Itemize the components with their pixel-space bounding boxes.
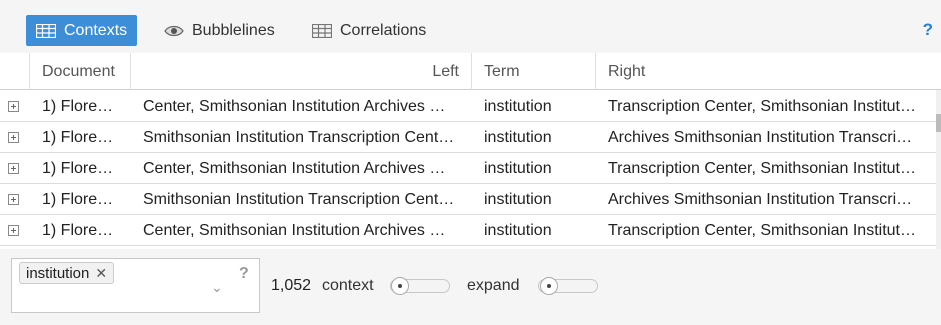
chevron-down-icon[interactable]: ⌄	[211, 279, 223, 296]
column-header-left[interactable]: Left	[131, 53, 472, 90]
cell-right: Transcription Center, Smithsonian Instit…	[608, 160, 916, 177]
expand-row-icon[interactable]	[8, 101, 19, 112]
cell-document: 1) Flore…	[42, 191, 114, 208]
expand-slider[interactable]	[538, 277, 598, 295]
query-token-label: institution	[26, 265, 90, 282]
cell-right: Archives Smithsonian Institution Transcr…	[608, 129, 913, 146]
expand-label: expand	[467, 277, 520, 294]
scrollbar-thumb[interactable]	[936, 114, 941, 132]
tab-bubblelines[interactable]: Bubblelines	[154, 15, 285, 46]
cell-left: Center, Smithsonian Institution Archives…	[143, 98, 446, 115]
grid-header: Document Left Term Right	[0, 53, 941, 90]
query-search-box[interactable]: institution ✕ ⌄ ?	[11, 258, 260, 313]
cell-document: 1) Flore…	[42, 222, 114, 239]
tab-label: Correlations	[340, 21, 427, 39]
cell-left: Smithsonian Institution Transcription Ce…	[143, 191, 455, 208]
tab-correlations[interactable]: Correlations	[302, 15, 436, 46]
result-count: 1,052	[271, 277, 312, 294]
expand-row-icon[interactable]	[8, 225, 19, 236]
footer-toolbar: institution ✕ ⌄ ? 1,052 context expand	[0, 249, 941, 325]
remove-token-icon[interactable]: ✕	[95, 265, 107, 281]
context-slider-handle[interactable]	[391, 277, 409, 295]
expand-row-icon[interactable]	[8, 163, 19, 174]
table-row[interactable]: 1) Flore… Center, Smithsonian Institutio…	[0, 215, 936, 246]
cell-right: Archives Smithsonian Institution Transcr…	[608, 191, 913, 208]
table-icon	[36, 23, 56, 38]
cell-left: Center, Smithsonian Institution Archives…	[143, 160, 446, 177]
expand-row-icon[interactable]	[8, 194, 19, 205]
cell-term: institution	[484, 160, 552, 177]
cell-document: 1) Flore…	[42, 129, 114, 146]
cell-document: 1) Flore…	[42, 98, 114, 115]
cell-document: 1) Flore…	[42, 160, 114, 177]
context-label: context	[322, 277, 374, 294]
help-button[interactable]: ?	[923, 20, 933, 40]
tab-label: Bubblelines	[192, 21, 275, 39]
expand-slider-handle[interactable]	[540, 277, 558, 295]
query-token[interactable]: institution ✕	[19, 262, 115, 284]
table-row[interactable]: 1) Flore… Center, Smithsonian Institutio…	[0, 91, 936, 122]
tab-label: Contexts	[64, 21, 128, 39]
tab-contexts[interactable]: Contexts	[26, 15, 138, 46]
cell-right: Transcription Center, Smithsonian Instit…	[608, 98, 916, 115]
table-row[interactable]: 1) Flore… Smithsonian Institution Transc…	[0, 184, 936, 215]
column-header-term[interactable]: Term	[472, 53, 596, 90]
table-icon	[312, 23, 332, 38]
vertical-scrollbar[interactable]	[936, 90, 941, 249]
expander-column-header	[0, 53, 30, 90]
cell-term: institution	[484, 222, 552, 239]
cell-term: institution	[484, 129, 552, 146]
cell-right: Transcription Center, Smithsonian Instit…	[608, 222, 916, 239]
cell-term: institution	[484, 98, 552, 115]
table-row[interactable]: 1) Flore… Smithsonian Institution Transc…	[0, 122, 936, 153]
cell-left: Center, Smithsonian Institution Archives…	[143, 222, 446, 239]
eye-icon	[164, 25, 184, 36]
context-slider[interactable]	[390, 277, 450, 295]
column-header-document[interactable]: Document	[30, 53, 131, 90]
column-header-right[interactable]: Right	[596, 53, 941, 90]
table-row[interactable]: 1) Flore… Center, Smithsonian Institutio…	[0, 153, 936, 184]
expand-row-icon[interactable]	[8, 132, 19, 143]
cell-term: institution	[484, 191, 552, 208]
tab-bar: Contexts Bubblelines Correlations ?	[0, 0, 941, 53]
query-help-icon[interactable]: ?	[239, 265, 249, 283]
cell-left: Smithsonian Institution Transcription Ce…	[143, 129, 455, 146]
contexts-grid: Document Left Term Right 1) Flore… Cente…	[0, 53, 941, 249]
